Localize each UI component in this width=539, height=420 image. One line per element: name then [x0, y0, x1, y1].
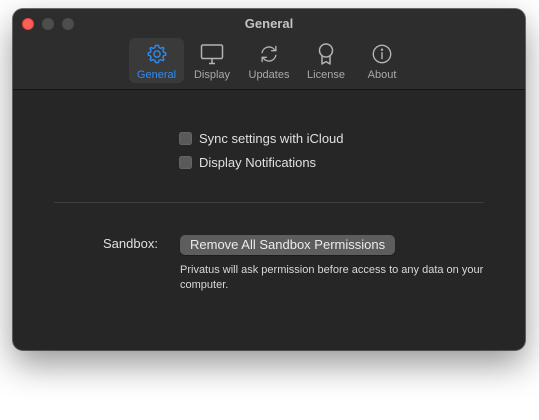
- display-notifications-label[interactable]: Display Notifications: [199, 155, 316, 170]
- remove-sandbox-permissions-button[interactable]: Remove All Sandbox Permissions: [180, 235, 396, 255]
- display-icon: [200, 42, 224, 66]
- tab-license-label: License: [307, 69, 345, 81]
- tab-general[interactable]: General: [129, 38, 184, 83]
- badge-ribbon-icon: [316, 42, 336, 66]
- display-notifications-checkbox[interactable]: [179, 155, 192, 169]
- sync-icloud-row[interactable]: Sync settings with iCloud: [179, 129, 344, 147]
- tab-license[interactable]: License: [301, 38, 351, 83]
- window-title: General: [244, 16, 294, 31]
- titlebar: General General Display Updates License …: [13, 9, 525, 90]
- tab-about[interactable]: About: [357, 38, 407, 83]
- tab-display[interactable]: Display: [187, 38, 237, 83]
- sandbox-label: Sandbox:: [103, 236, 158, 251]
- gear-icon: [146, 42, 168, 66]
- sync-icloud-label[interactable]: Sync settings with iCloud: [199, 131, 344, 146]
- tab-about-label: About: [367, 69, 397, 81]
- tab-display-label: Display: [193, 69, 231, 81]
- tab-updates-label: Updates: [248, 69, 290, 81]
- sync-icloud-checkbox[interactable]: [179, 131, 192, 145]
- display-notifications-row[interactable]: Display Notifications: [179, 153, 316, 171]
- preferences-window: General General Display Updates License …: [13, 9, 525, 350]
- tab-general-label: General: [136, 69, 177, 81]
- sync-arrows-icon: [257, 42, 281, 66]
- sandbox-help-text: Privatus will ask permission before acce…: [180, 264, 484, 291]
- divider: [54, 202, 484, 203]
- tab-updates[interactable]: Updates: [243, 38, 295, 83]
- info-circle-icon: [371, 42, 393, 66]
